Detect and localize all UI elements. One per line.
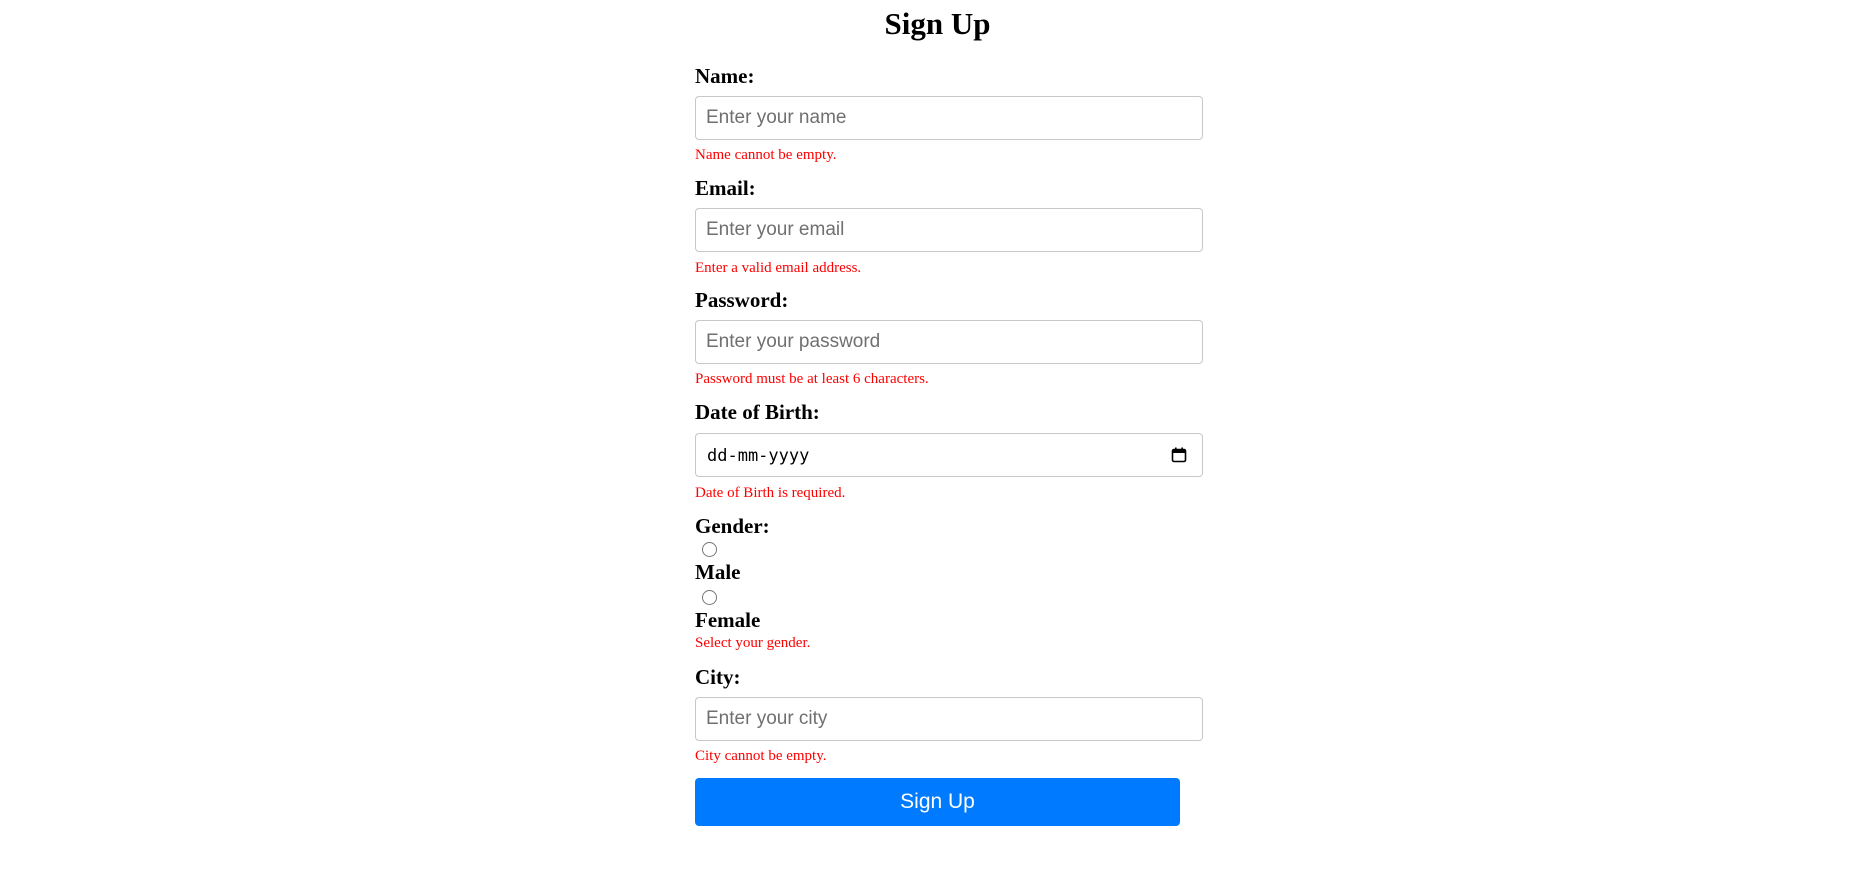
email-label: Email: — [695, 176, 756, 200]
password-input[interactable] — [695, 320, 1203, 364]
email-error: Enter a valid email address. — [695, 260, 862, 276]
city-input[interactable] — [695, 697, 1203, 741]
city-error: City cannot be empty. — [695, 748, 827, 764]
dob-error: Date of Birth is required. — [695, 485, 846, 501]
gender-error: Select your gender. — [695, 635, 811, 651]
date-of-birth-input[interactable]: dd-mm-yyyy — [695, 433, 1203, 477]
gender-option-male-label[interactable]: Male — [695, 560, 1203, 584]
gender-radio-male[interactable] — [702, 542, 717, 557]
name-input[interactable] — [695, 96, 1203, 140]
calendar-icon[interactable] — [1171, 447, 1187, 463]
password-error: Password must be at least 6 characters. — [695, 371, 929, 387]
name-label: Name: — [695, 64, 755, 88]
gender-radio-female[interactable] — [702, 590, 717, 605]
signup-form: Name: Name cannot be empty. Email: Enter… — [695, 64, 1203, 826]
password-label: Password: — [695, 288, 789, 312]
date-format-placeholder: dd-mm-yyyy — [707, 446, 810, 466]
city-label: City: — [695, 665, 741, 689]
gender-label: Gender: — [695, 514, 770, 538]
email-input[interactable] — [695, 208, 1203, 252]
page-title: Sign Up — [884, 6, 991, 41]
name-error: Name cannot be empty. — [695, 147, 837, 163]
gender-option-female-label[interactable]: Female — [695, 608, 1203, 632]
dob-label: Date of Birth: — [695, 400, 820, 424]
sign-up-button[interactable]: Sign Up — [695, 778, 1180, 826]
